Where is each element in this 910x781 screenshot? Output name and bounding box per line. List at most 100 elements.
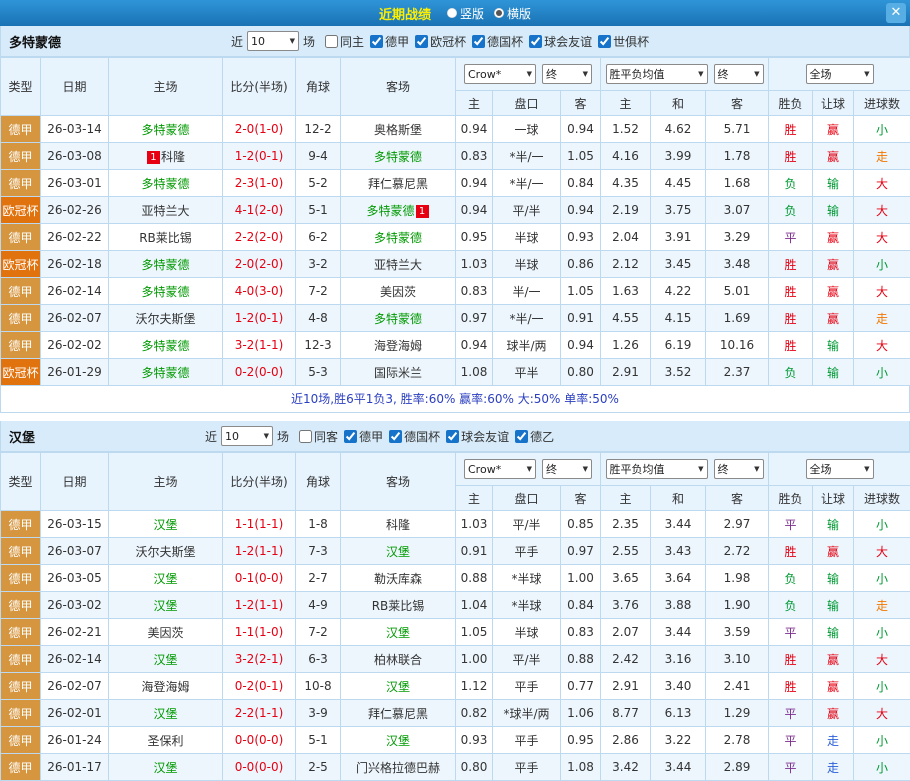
home-team-link[interactable]: 汉堡	[153, 707, 177, 721]
checkbox-input[interactable]	[415, 35, 428, 48]
scope-select[interactable]: 全场 ▼	[806, 459, 874, 479]
avg-odds-select[interactable]: 胜平负均值 ▼	[606, 64, 708, 84]
away-team-link[interactable]: 汉堡	[386, 734, 410, 748]
eu-home-odds: 2.55	[601, 538, 651, 565]
checkbox-input[interactable]	[325, 35, 338, 48]
league-filter-checkboxes: 同主德甲欧冠杯德国杯球会友谊世俱杯	[325, 33, 655, 50]
eu-draw-odds: 3.44	[651, 511, 706, 538]
away-team-link[interactable]: 美因茨	[380, 285, 416, 299]
away-team-link[interactable]: 汉堡	[386, 545, 410, 559]
final-odds-select[interactable]: 终 ▼	[542, 64, 592, 84]
match-row: 德甲26-03-14多特蒙德2-0(1-0)12-2奥格斯堡0.94一球0.94…	[1, 116, 910, 143]
filter-checkbox[interactable]: 德甲	[344, 428, 383, 445]
final-odds-select[interactable]: 终 ▼	[542, 459, 592, 479]
final-odds-select[interactable]: 终 ▼	[714, 459, 764, 479]
final-odds-select[interactable]: 终 ▼	[714, 64, 764, 84]
away-team-link[interactable]: 拜仁慕尼黑	[368, 707, 428, 721]
match-date: 26-02-18	[41, 251, 109, 278]
home-team-link[interactable]: 亚特兰大	[141, 204, 189, 218]
radio-label: 横版	[507, 5, 531, 22]
bookmaker-select[interactable]: Crow* ▼	[464, 64, 536, 84]
away-team-link[interactable]: 海登海姆	[374, 339, 422, 353]
filter-checkbox[interactable]: 同主	[325, 33, 364, 50]
ah-line: 一球	[493, 116, 561, 143]
filter-checkbox[interactable]: 德乙	[515, 428, 554, 445]
scope-select[interactable]: 全场 ▼	[806, 64, 874, 84]
avg-odds-select[interactable]: 胜平负均值 ▼	[606, 459, 708, 479]
home-team-link[interactable]: 汉堡	[153, 518, 177, 532]
checkbox-input[interactable]	[598, 35, 611, 48]
bookmaker-select[interactable]: Crow* ▼	[464, 459, 536, 479]
corner-count: 4-9	[296, 592, 341, 619]
col-eu-draw: 和	[651, 91, 706, 116]
home-team-link[interactable]: 多特蒙德	[141, 123, 189, 137]
filter-checkbox[interactable]: 球会友谊	[446, 428, 509, 445]
away-team-link[interactable]: 多特蒙德	[366, 204, 414, 218]
away-team-link[interactable]: 汉堡	[386, 680, 410, 694]
away-team-link[interactable]: 门兴格拉德巴赫	[356, 761, 440, 775]
away-team-link[interactable]: 亚特兰大	[374, 258, 422, 272]
home-team-link[interactable]: 沃尔夫斯堡	[135, 312, 195, 326]
checkbox-input[interactable]	[515, 430, 528, 443]
eu-away-odds: 3.29	[706, 224, 769, 251]
away-team-link[interactable]: 拜仁慕尼黑	[368, 177, 428, 191]
filter-checkbox[interactable]: 欧冠杯	[415, 33, 466, 50]
match-date: 26-03-01	[41, 170, 109, 197]
filter-checkbox[interactable]: 德甲	[370, 33, 409, 50]
layout-radio-vertical[interactable]: 竖版	[447, 5, 484, 22]
filter-checkbox[interactable]: 世俱杯	[598, 33, 649, 50]
checkbox-input[interactable]	[299, 430, 312, 443]
layout-radio-horizontal[interactable]: 横版	[494, 5, 531, 22]
away-team-link[interactable]: 柏林联合	[374, 653, 422, 667]
away-team-link[interactable]: 勒沃库森	[374, 572, 422, 586]
recent-count-select[interactable]: 10 ▼	[221, 426, 273, 446]
home-team-link[interactable]: 汉堡	[153, 761, 177, 775]
away-team-link[interactable]: 多特蒙德	[374, 231, 422, 245]
home-team-link[interactable]: 海登海姆	[141, 680, 189, 694]
filter-checkbox[interactable]: 同客	[299, 428, 338, 445]
home-team-link[interactable]: 汉堡	[153, 599, 177, 613]
away-team-link[interactable]: 多特蒙德	[374, 312, 422, 326]
home-team-link[interactable]: 多特蒙德	[141, 258, 189, 272]
result-group: 全场 ▼	[769, 453, 910, 486]
recent-count-select[interactable]: 10 ▼	[247, 31, 299, 51]
filter-checkbox[interactable]: 德国杯	[472, 33, 523, 50]
checkbox-input[interactable]	[529, 35, 542, 48]
checkbox-input[interactable]	[472, 35, 485, 48]
home-team-link[interactable]: 沃尔夫斯堡	[135, 545, 195, 559]
home-team-link[interactable]: RB莱比锡	[139, 231, 192, 245]
filter-checkbox[interactable]: 德国杯	[389, 428, 440, 445]
ah-home-odds: 0.80	[456, 754, 493, 781]
match-score: 0-0(0-0)	[223, 727, 296, 754]
home-team-link[interactable]: 汉堡	[153, 653, 177, 667]
match-date: 26-03-08	[41, 143, 109, 170]
away-team-link[interactable]: RB莱比锡	[372, 599, 425, 613]
away-team-cell: 海登海姆	[341, 332, 456, 359]
home-team-link[interactable]: 多特蒙德	[141, 285, 189, 299]
close-icon[interactable]: ✕	[886, 3, 906, 23]
ah-line: 平手	[493, 538, 561, 565]
match-score: 1-2(1-1)	[223, 592, 296, 619]
ah-away-odds: 0.84	[561, 592, 601, 619]
ah-home-odds: 1.00	[456, 646, 493, 673]
home-team-link[interactable]: 汉堡	[153, 572, 177, 586]
home-team-link[interactable]: 多特蒙德	[141, 339, 189, 353]
filter-checkbox[interactable]: 球会友谊	[529, 33, 592, 50]
away-team-link[interactable]: 国际米兰	[374, 366, 422, 380]
result-goals: 小	[854, 251, 910, 278]
home-team-link[interactable]: 多特蒙德	[141, 366, 189, 380]
away-team-link[interactable]: 多特蒙德	[374, 150, 422, 164]
away-team-link[interactable]: 科隆	[386, 518, 410, 532]
checkbox-input[interactable]	[446, 430, 459, 443]
home-team-link[interactable]: 科隆	[161, 150, 185, 164]
home-team-link[interactable]: 美因茨	[147, 626, 183, 640]
checkbox-input[interactable]	[344, 430, 357, 443]
away-team-link[interactable]: 汉堡	[386, 626, 410, 640]
home-team-cell: 多特蒙德	[109, 116, 223, 143]
checkbox-input[interactable]	[389, 430, 402, 443]
checkbox-input[interactable]	[370, 35, 383, 48]
home-team-link[interactable]: 多特蒙德	[141, 177, 189, 191]
away-team-link[interactable]: 奥格斯堡	[374, 123, 422, 137]
home-team-link[interactable]: 圣保利	[147, 734, 183, 748]
eu-away-odds: 5.01	[706, 278, 769, 305]
